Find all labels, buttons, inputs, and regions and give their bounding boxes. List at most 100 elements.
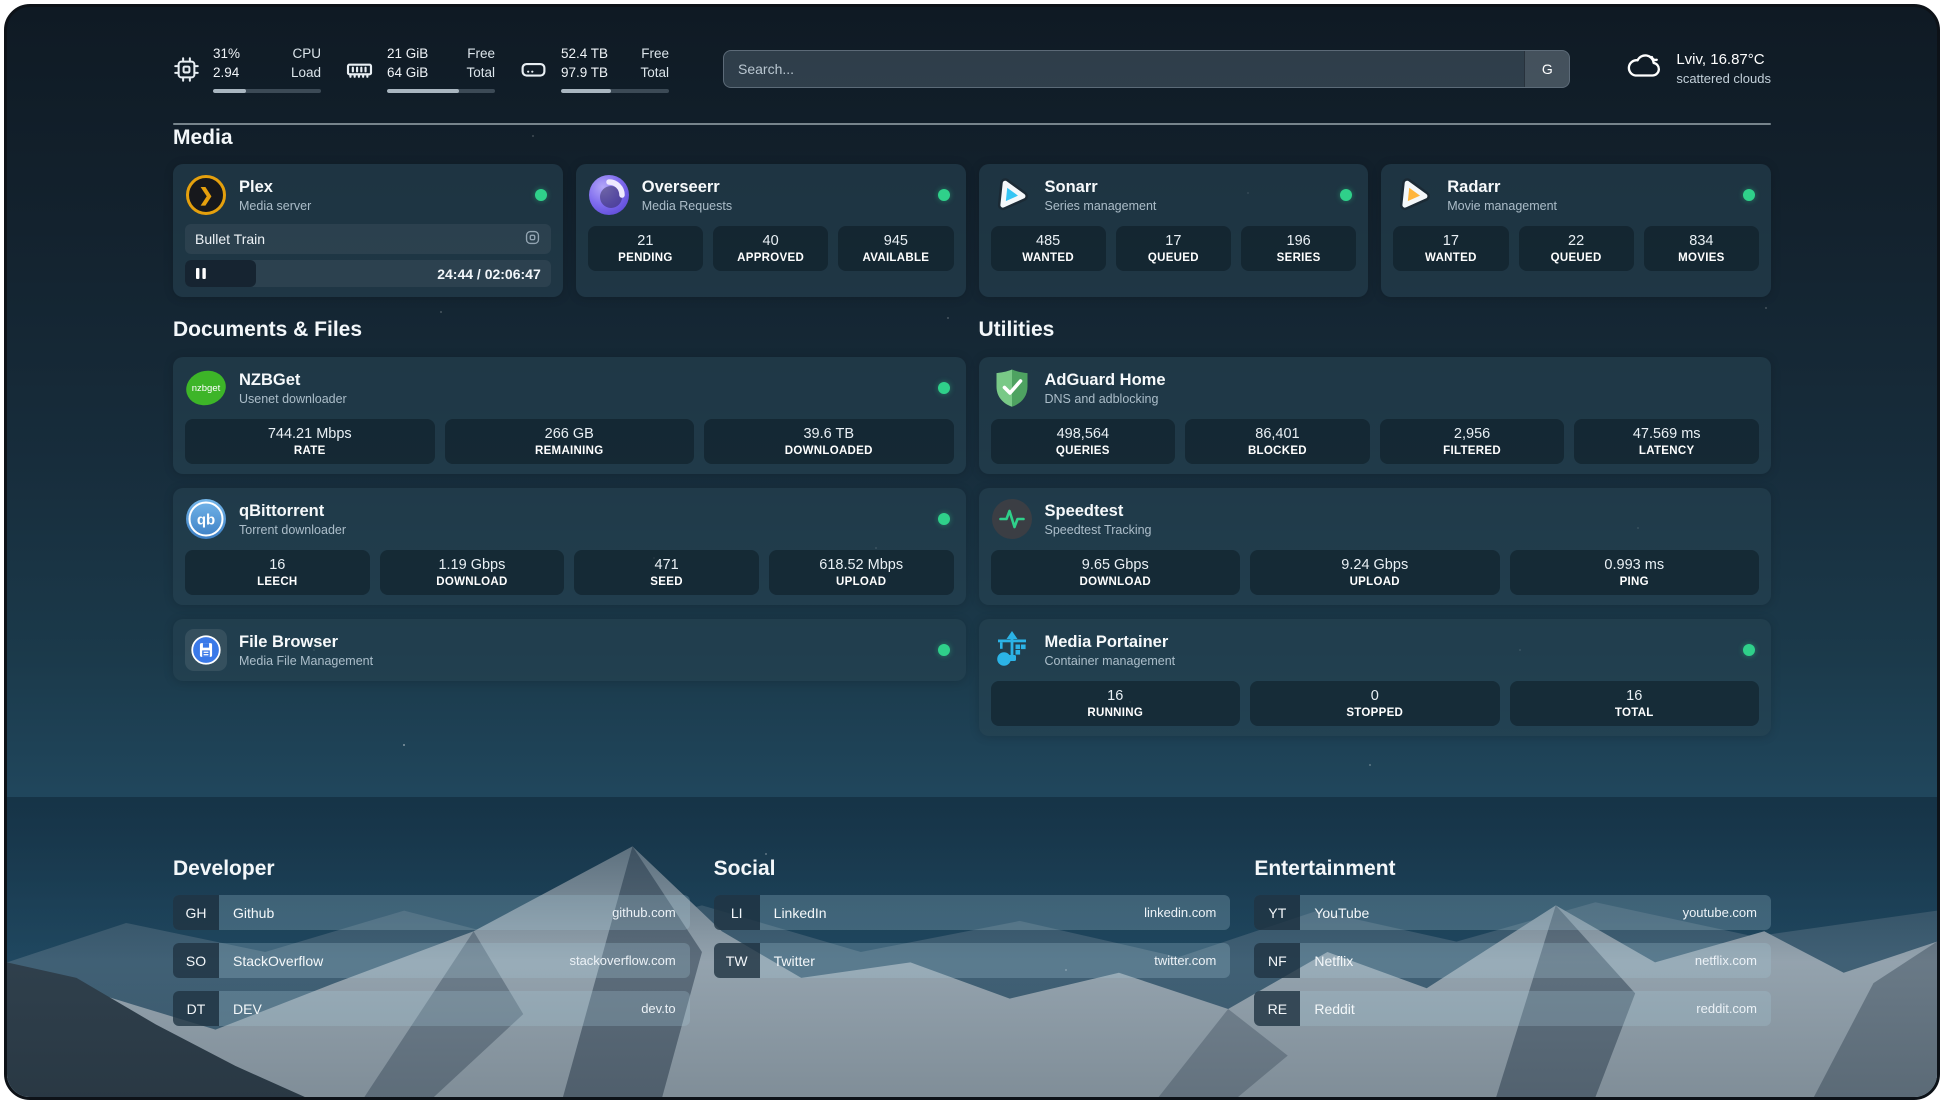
stat-available: 945AVAILABLE — [838, 226, 953, 271]
github-abbr: GH — [173, 895, 219, 930]
bookmark-dev[interactable]: DT DEV dev.to — [173, 991, 690, 1026]
file-browser-subtitle: Media File Management — [239, 654, 926, 668]
portainer-icon — [991, 629, 1033, 671]
radarr-card[interactable]: Radarr Movie management 17WANTED 22QUEUE… — [1381, 164, 1771, 297]
github-url: github.com — [598, 895, 690, 930]
developer-group: Developer GH Github github.com SO StackO… — [173, 856, 690, 1026]
portainer-title: Media Portainer — [1045, 632, 1732, 653]
adguard-subtitle: DNS and adblocking — [1045, 392, 1760, 406]
weather-condition: scattered clouds — [1676, 70, 1771, 88]
file-browser-title: File Browser — [239, 632, 926, 653]
youtube-name: YouTube — [1300, 895, 1668, 930]
stat-blocked: 86,401BLOCKED — [1185, 419, 1370, 464]
bookmark-github[interactable]: GH Github github.com — [173, 895, 690, 930]
memory-total-label: Total — [466, 64, 495, 83]
stat-stopped: 0STOPPED — [1250, 681, 1500, 726]
plex-icon: ❯ — [185, 174, 227, 216]
stat-series: 196SERIES — [1241, 226, 1356, 271]
status-dot — [535, 189, 547, 201]
stat-ping: 0.993 msPING — [1510, 550, 1760, 595]
twitter-name: Twitter — [760, 943, 1141, 978]
qbittorrent-card[interactable]: qb qBittorrent Torrent downloader 16LEEC… — [173, 488, 966, 605]
sonarr-icon — [991, 174, 1033, 216]
bookmark-twitter[interactable]: TW Twitter twitter.com — [714, 943, 1231, 978]
media-section-heading: Media — [173, 125, 1771, 151]
stat-seed: 471SEED — [574, 550, 759, 595]
stat-queued: 22QUEUED — [1519, 226, 1634, 271]
disk-total-label: Total — [640, 64, 669, 83]
speedtest-card[interactable]: Speedtest Speedtest Tracking 9.65 GbpsDO… — [979, 488, 1772, 605]
cpu-label: CPU — [292, 45, 321, 64]
file-browser-card[interactable]: File Browser Media File Management — [173, 619, 966, 681]
stat-queries: 498,564QUERIES — [991, 419, 1176, 464]
stat-wanted: 17WANTED — [1393, 226, 1508, 271]
qbittorrent-icon: qb — [185, 498, 227, 540]
stat-wanted: 485WANTED — [991, 226, 1106, 271]
bookmark-linkedin[interactable]: LI LinkedIn linkedin.com — [714, 895, 1231, 930]
plex-card[interactable]: ❯ Plex Media server Bullet Train — [173, 164, 563, 297]
bookmark-reddit[interactable]: RE Reddit reddit.com — [1254, 991, 1771, 1026]
overseerr-card[interactable]: Overseerr Media Requests 21PENDING 40APP… — [576, 164, 966, 297]
social-group: Social LI LinkedIn linkedin.com TW Twitt… — [714, 856, 1231, 978]
status-dot — [938, 513, 950, 525]
svg-text:qb: qb — [197, 512, 215, 529]
github-name: Github — [219, 895, 598, 930]
stat-remaining: 266 GBREMAINING — [445, 419, 695, 464]
developer-heading: Developer — [173, 856, 690, 882]
dashboard-window: 31% 2.94 CPU Load — [4, 4, 1940, 1100]
disk-drive-icon — [519, 55, 548, 84]
utilities-column: Utilities — [979, 317, 1772, 736]
search-input[interactable] — [724, 51, 1524, 87]
svg-text:nzbget: nzbget — [192, 383, 221, 394]
screen-icon — [524, 229, 541, 249]
speedtest-title: Speedtest — [1045, 501, 1760, 522]
status-dot — [1743, 189, 1755, 201]
plex-playback-progress: 24:44 / 02:06:47 — [185, 260, 551, 287]
cloud-icon — [1626, 51, 1664, 86]
sonarr-title: Sonarr — [1045, 177, 1329, 198]
status-dot — [938, 189, 950, 201]
search-provider-button[interactable]: G — [1524, 51, 1569, 87]
adguard-home-card[interactable]: AdGuard Home DNS and adblocking 498,564Q… — [979, 357, 1772, 474]
linkedin-abbr: LI — [714, 895, 760, 930]
media-portainer-card[interactable]: Media Portainer Container management 16R… — [979, 619, 1772, 736]
entertainment-heading: Entertainment — [1254, 856, 1771, 882]
adguard-title: AdGuard Home — [1045, 370, 1760, 391]
stackoverflow-url: stackoverflow.com — [555, 943, 689, 978]
stackoverflow-name: StackOverflow — [219, 943, 555, 978]
ram-icon — [345, 55, 374, 84]
stat-upload: 9.24 GbpsUPLOAD — [1250, 550, 1500, 595]
memory-free-value: 21 GiB — [387, 45, 428, 64]
file-browser-icon — [185, 629, 227, 671]
dev-url: dev.to — [627, 991, 689, 1026]
nzbget-card[interactable]: nzbget NZBGet Usenet downloader 744.21 M… — [173, 357, 966, 474]
bookmark-netflix[interactable]: NF Netflix netflix.com — [1254, 943, 1771, 978]
stat-pending: 21PENDING — [588, 226, 703, 271]
twitter-url: twitter.com — [1140, 943, 1230, 978]
dev-abbr: DT — [173, 991, 219, 1026]
bookmark-youtube[interactable]: YT YouTube youtube.com — [1254, 895, 1771, 930]
qbittorrent-subtitle: Torrent downloader — [239, 523, 926, 537]
documents-files-heading: Documents & Files — [173, 317, 966, 343]
utilities-heading: Utilities — [979, 317, 1772, 343]
documents-files-column: Documents & Files nzbget NZBGet Usenet d — [173, 317, 966, 681]
speedtest-subtitle: Speedtest Tracking — [1045, 523, 1760, 537]
plex-subtitle: Media server — [239, 199, 523, 213]
disk-widget: 52.4 TB 97.9 TB Free Total — [519, 45, 669, 93]
sonarr-card[interactable]: Sonarr Series management 485WANTED 17QUE… — [979, 164, 1369, 297]
now-playing-title: Bullet Train — [195, 231, 265, 247]
netflix-abbr: NF — [1254, 943, 1300, 978]
reddit-abbr: RE — [1254, 991, 1300, 1026]
radarr-subtitle: Movie management — [1447, 199, 1731, 213]
netflix-name: Netflix — [1300, 943, 1681, 978]
status-dot — [1743, 644, 1755, 656]
pause-icon[interactable] — [195, 267, 207, 280]
disk-total-value: 97.9 TB — [561, 64, 608, 83]
linkedin-url: linkedin.com — [1130, 895, 1230, 930]
cpu-progress-bar — [213, 89, 321, 94]
linkedin-name: LinkedIn — [760, 895, 1130, 930]
overseerr-icon — [588, 174, 630, 216]
disk-free-label: Free — [641, 45, 669, 64]
bookmark-stackoverflow[interactable]: SO StackOverflow stackoverflow.com — [173, 943, 690, 978]
stat-filtered: 2,956FILTERED — [1380, 419, 1565, 464]
